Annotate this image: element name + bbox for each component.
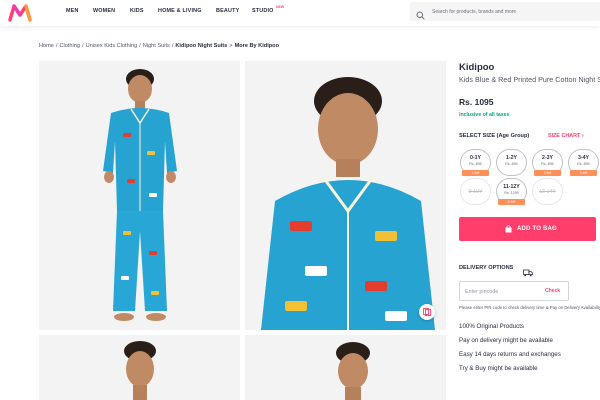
shopping-bag-icon (505, 225, 512, 233)
nav-kids[interactable]: KIDS (130, 8, 144, 14)
studio-new-badge: NEW (276, 5, 284, 9)
boy-upper-body-pajama-photo (245, 61, 446, 330)
add-to-bag-label: ADD TO BAG (517, 226, 557, 232)
breadcrumb-separator: / (139, 43, 141, 49)
stock-left-badge: 3 left (534, 170, 561, 176)
size-label: 13-14Y (539, 189, 556, 195)
size-option-1-2y[interactable]: 1-2Y Rs. 895 (496, 149, 527, 176)
breadcrumb-night-suits[interactable]: Night Suits (143, 43, 170, 49)
size-option-13-14y[interactable]: 13-14Y (532, 178, 563, 205)
breadcrumb-clothing[interactable]: Clothing (59, 43, 80, 49)
size-price: Rs. 895 (469, 162, 482, 166)
product-image-4[interactable] (245, 335, 446, 400)
breadcrumb-home[interactable]: Home (39, 43, 54, 49)
nav-beauty[interactable]: BEAUTY (216, 8, 239, 14)
size-label: 0-1Y (470, 155, 481, 161)
size-price: Rs. 895 (505, 162, 518, 166)
nav-women[interactable]: WOMEN (93, 8, 115, 14)
feature-try-and-buy: Try & Buy might be available (459, 365, 538, 372)
select-size-label: SELECT SIZE (Age Group) (459, 133, 530, 139)
stock-left-badge: 3 left (570, 170, 597, 176)
breadcrumb: Home / Clothing / Unisex Kids Clothing / Night… (39, 43, 279, 49)
breadcrumb-more-by-kidipoo[interactable]: More By Kidipoo (235, 43, 279, 49)
breadcrumb-kidipoo-night-suits[interactable]: Kidipoo Night Suits (175, 43, 227, 49)
feature-easy-returns: Easy 14 days returns and exchanges (459, 351, 561, 358)
tax-note: inclusive of all taxes (459, 112, 510, 118)
boy-portrait-photo (39, 335, 240, 400)
product-image-3[interactable] (39, 335, 240, 400)
myntra-logo-icon[interactable] (8, 4, 32, 22)
pincode-field[interactable]: Check (459, 281, 569, 301)
pincode-input[interactable] (465, 286, 535, 297)
boy-portrait-photo (245, 335, 446, 400)
top-navigation-bar: MEN WOMEN KIDS HOME & LIVING BEAUTY STUD… (0, 0, 600, 26)
stock-left-badge: 2 left (462, 170, 489, 176)
add-to-bag-button[interactable]: ADD TO BAG (459, 217, 596, 241)
size-label: 9-10Y (468, 189, 483, 195)
stock-left-badge: 2 left (498, 199, 525, 205)
breadcrumb-separator: / (55, 43, 58, 49)
breadcrumb-separator: / (82, 43, 84, 49)
size-price: Rs. 895 (541, 162, 554, 166)
size-label: 1-2Y (506, 155, 517, 161)
search-bar[interactable] (410, 2, 600, 21)
size-option-9-10y[interactable]: 9-10Y (460, 178, 491, 205)
check-pincode-button[interactable]: Check (545, 288, 560, 294)
feature-original-products: 100% Original Products (459, 323, 525, 330)
product-title: Kids Blue & Red Printed Pure Cotton Nigh… (459, 75, 600, 84)
similar-products-icon[interactable] (419, 304, 435, 320)
size-label: 11-12Y (503, 184, 520, 190)
feature-pay-on-delivery: Pay on delivery might be available (459, 337, 553, 344)
nav-home-living[interactable]: HOME & LIVING (158, 8, 202, 14)
delivery-options-title: DELIVERY OPTIONS (459, 265, 514, 271)
search-input[interactable] (432, 6, 597, 17)
breadcrumb-unisex-kids-clothing[interactable]: Unisex Kids Clothing (86, 43, 138, 49)
size-chart-link[interactable]: SIZE CHART › (548, 133, 584, 139)
breadcrumb-separator: / (171, 43, 174, 49)
size-label: 3-4Y (578, 155, 589, 161)
search-icon[interactable] (416, 7, 425, 20)
truck-icon (523, 264, 533, 277)
size-label: 2-3Y (542, 155, 553, 161)
nav-men[interactable]: MEN (66, 8, 79, 14)
size-price: Rs. 1295 (504, 191, 519, 195)
product-price: Rs. 1095 (459, 97, 494, 107)
breadcrumb-separator: > (229, 43, 233, 49)
size-price: Rs. 895 (577, 162, 590, 166)
boy-full-length-pajama-photo (39, 61, 240, 330)
product-image-2[interactable] (245, 61, 446, 330)
product-image-1[interactable] (39, 61, 240, 330)
product-brand: Kidipoo (459, 62, 495, 73)
pincode-note: Please enter PIN code to check delivery … (459, 305, 600, 310)
nav-studio[interactable]: STUDIO (252, 8, 274, 14)
